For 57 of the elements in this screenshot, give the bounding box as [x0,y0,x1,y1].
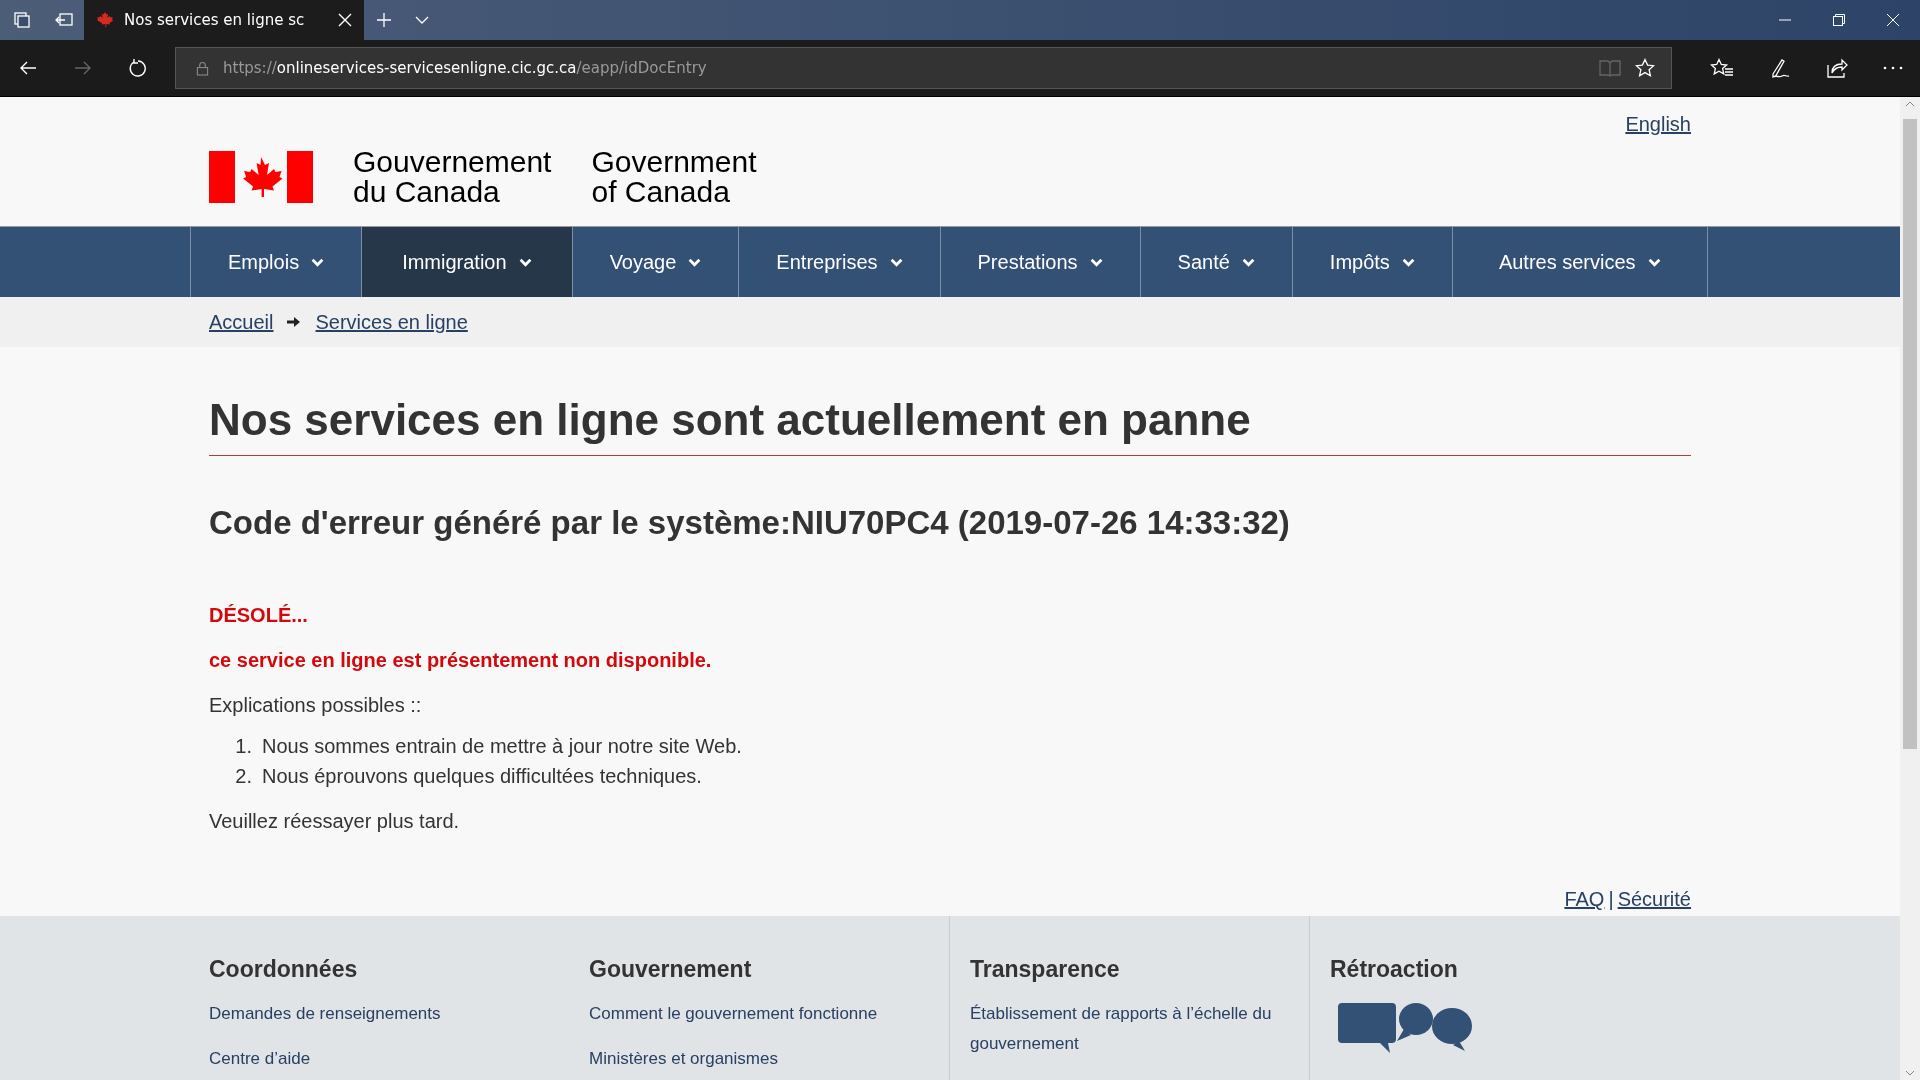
chevron-down-icon [889,257,903,267]
address-bar[interactable]: https://onlineservices-servicesenligne.cic.gc.ca/eapp/idDocEntry [175,47,1672,89]
breadcrumb-link[interactable]: Services en ligne [315,310,468,334]
error-code: Code d'erreur généré par le système:NIU70PC4 (2019-07-26 14:33:32) [209,504,1291,542]
list-item: Nous éprouvons quelques difficultées techniques. [262,765,702,788]
chevron-down-icon [311,257,325,267]
scroll-down-icon[interactable] [1905,1070,1915,1076]
government-name: Gouvernement du Canada [353,147,552,207]
menu-item[interactable]: Immigration [362,227,573,297]
chevron-down-icon [518,257,532,267]
footer-link[interactable]: Ministères et organismes [589,1044,929,1074]
retry-text: Veuillez réessayer plus tard. [209,810,461,833]
canada-flag-icon [209,151,313,203]
maple-leaf-icon [96,11,114,29]
footer-link[interactable]: Établissement de rapports à l’échelle du gouvernement [970,999,1310,1059]
footer-link[interactable]: Demandes de renseignements [209,999,549,1029]
footer-link[interactable]: FAQ [1564,888,1605,916]
favorites-list-icon[interactable] [1710,58,1734,78]
refresh-icon[interactable] [128,58,148,78]
explanations-label: Explications possibles :: [209,694,423,717]
footer-heading: Transparence [970,956,1121,983]
chevron-down-icon [1647,257,1661,267]
footer-link[interactable]: Centre d’aide [209,1044,549,1074]
breadcrumb-link[interactable]: Accueil [209,310,274,334]
tabs-aside-icon[interactable] [12,10,32,30]
more-icon[interactable] [1883,65,1903,71]
arrow-right-icon [287,316,302,328]
browser-tab[interactable]: Nos services en ligne sc [84,0,364,40]
list-item: Nous sommes entrain de mettre à jour notre site Web. [262,735,742,758]
scrollbar[interactable] [1900,97,1920,1080]
list-number: 2. [234,765,252,788]
language-link[interactable]: English [1625,113,1691,143]
chevron-down-icon [688,257,702,267]
footer-link[interactable]: Sécurité [1617,888,1691,916]
star-icon[interactable] [1635,58,1655,78]
separator: | [1608,888,1614,912]
close-icon[interactable] [338,13,352,27]
pen-icon[interactable] [1769,57,1791,79]
scroll-up-icon[interactable] [1905,101,1915,107]
new-tab-icon[interactable] [376,12,392,28]
restore-icon[interactable] [1833,14,1845,26]
government-name: Government of Canada [591,147,757,207]
share-icon[interactable] [1826,57,1848,79]
chevron-down-icon [1241,257,1255,267]
close-icon[interactable] [1887,14,1899,26]
list-number: 1. [234,735,252,758]
footer-heading: Rétroaction [1330,956,1459,983]
footer-heading: Coordonnées [209,956,359,983]
footer-link[interactable]: Comment le gouvernement fonctionne [589,999,929,1029]
error-message: ce service en ligne est présentement non disponible. [209,649,713,672]
page-title: Nos services en ligne sont actuellement en panne [209,395,1691,456]
lock-icon [196,60,209,76]
footer-heading: Gouvernement [589,956,753,983]
url-text: https://onlineservices-servicesenligne.cic.gc.ca/eapp/idDocEntry [223,59,708,77]
chevron-down-icon [1401,257,1415,267]
chevron-down-icon [1089,257,1103,267]
apology-text: DÉSOLÉ... [209,604,309,627]
